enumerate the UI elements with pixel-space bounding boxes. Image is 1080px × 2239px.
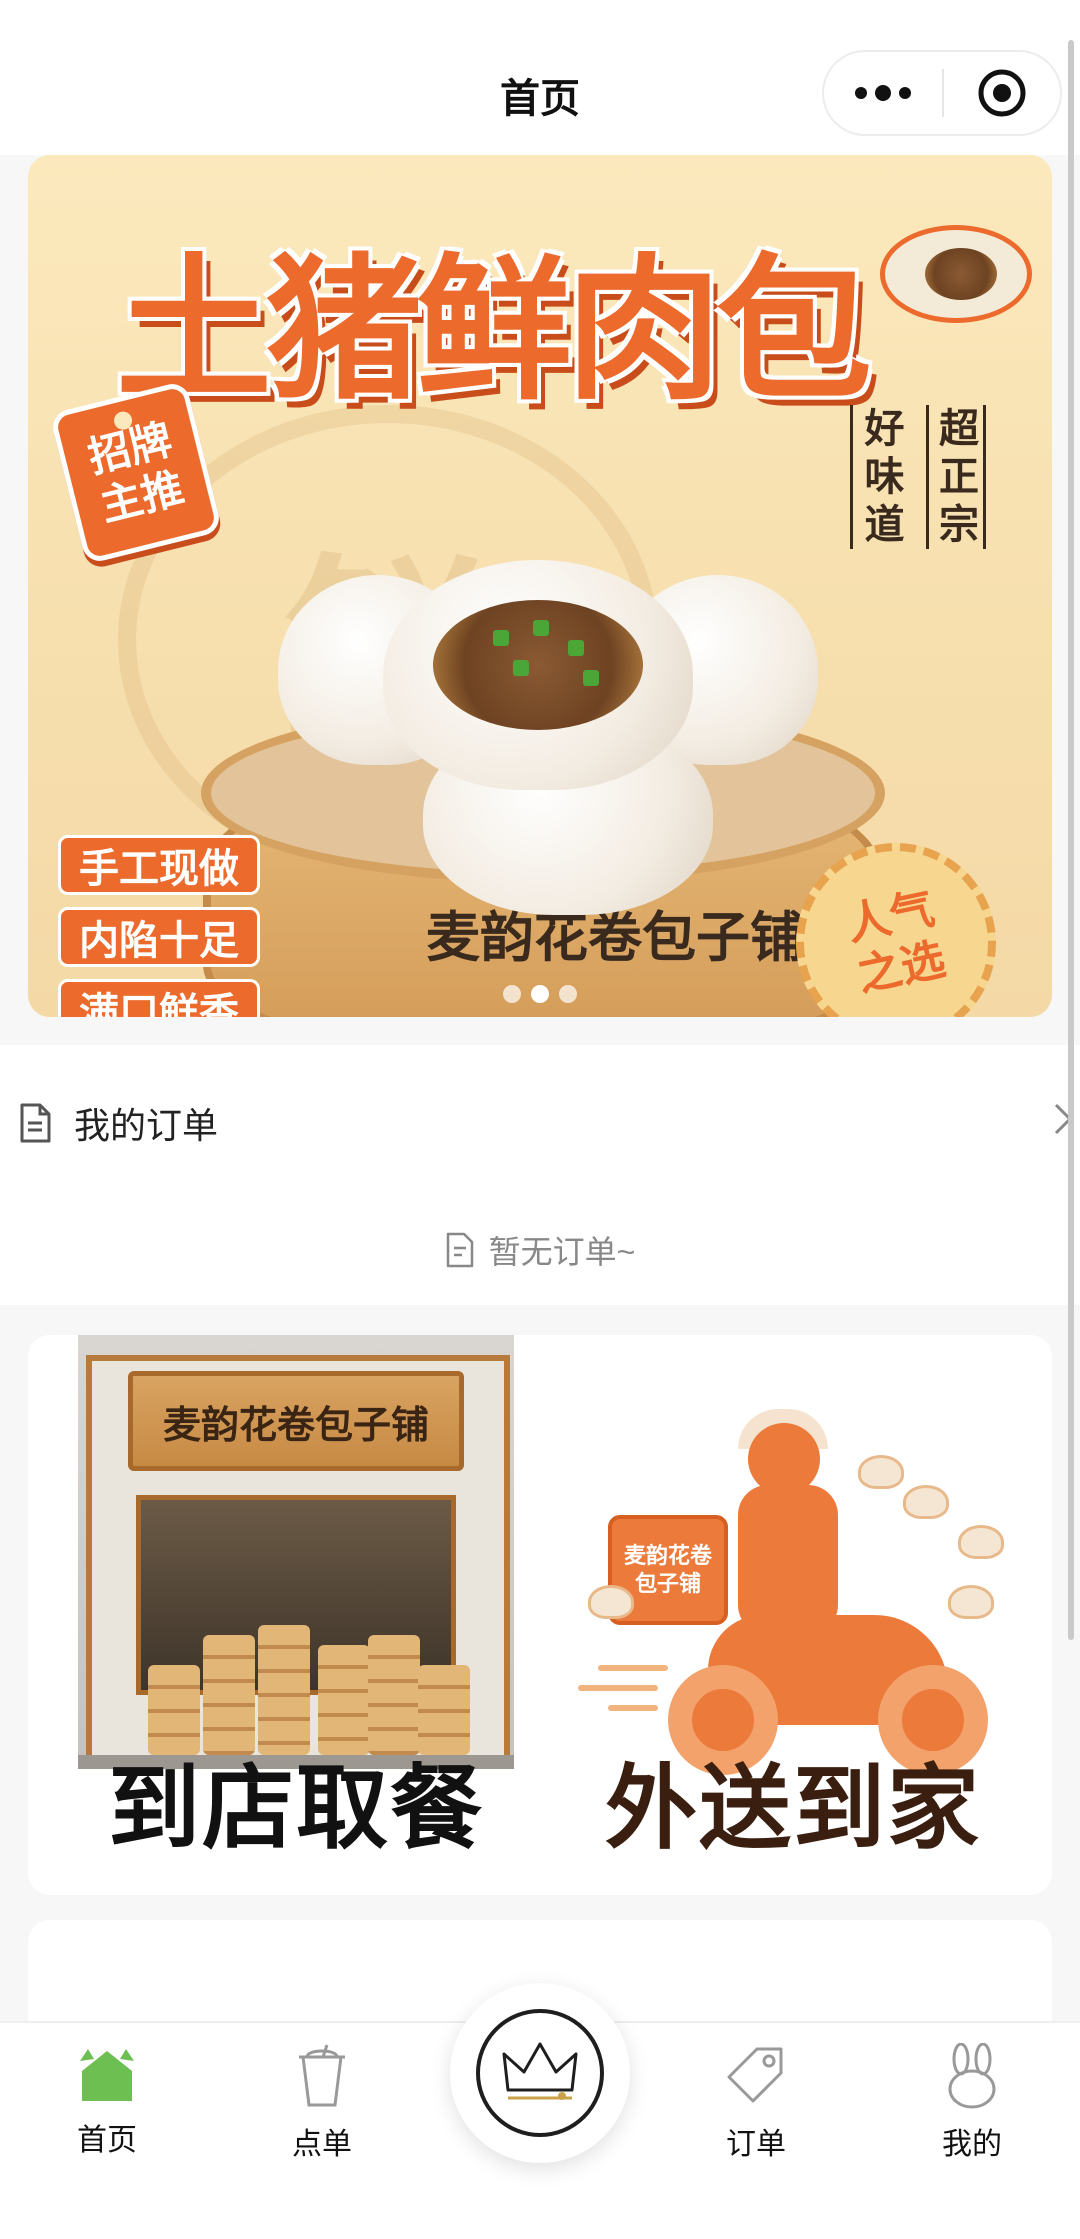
rabbit-icon (948, 2043, 996, 2109)
empty-orders: 暂无订单~ (0, 1227, 1080, 1273)
home-icon (80, 2049, 134, 2101)
storefront-image: 麦韵花卷包子铺 (78, 1335, 514, 1769)
more-dot-icon (875, 85, 891, 101)
more-dot-icon (899, 87, 911, 99)
promo-banner[interactable]: 鲜 土猪鲜肉包 招牌 主推 好味道 超正宗 麦韵花卷包子铺 手工现做 内陷十足 … (28, 155, 1052, 1017)
carousel-indicator (28, 985, 1052, 1003)
store-sign: 麦韵花卷包子铺 (128, 1371, 464, 1471)
tag-icon (727, 2047, 783, 2103)
banner-headline: 土猪鲜肉包 (116, 239, 872, 421)
target-icon (978, 69, 1026, 117)
my-orders-title: 我的订单 (74, 1105, 219, 1146)
scrollbar[interactable] (1068, 40, 1074, 1640)
delivery-caption: 外送到家 (604, 1755, 981, 1862)
bun-cut-image (383, 560, 693, 790)
tab-profile[interactable]: 我的 (902, 2043, 1042, 2163)
service-options: 麦韵花卷包子铺 到店取餐 麦韵花卷 包子铺 外送到家 (28, 1335, 1052, 1895)
slogan-authentic: 超正宗 (926, 405, 986, 549)
slogan-good-taste: 好味道 (850, 405, 910, 549)
tab-profile-label: 我的 (942, 2128, 1002, 2161)
tab-orders-label: 订单 (726, 2128, 786, 2161)
my-orders-header[interactable]: 我的订单 (18, 1097, 218, 1149)
home-page: 首页 鲜 土猪鲜肉包 招牌 主推 好味道 超正 (0, 0, 1080, 2239)
cup-icon (299, 2044, 345, 2107)
member-center-button[interactable] (450, 1983, 630, 2163)
tab-order-food[interactable]: 点单 (252, 2043, 392, 2163)
empty-orders-text: 暂无订单~ (488, 1234, 636, 1270)
my-orders-section: 我的订单 暂无订单~ (0, 1045, 1080, 1305)
tab-order-food-label: 点单 (292, 2128, 352, 2161)
close-mini-program-button[interactable] (944, 52, 1060, 134)
mini-program-capsule (822, 50, 1062, 136)
empty-document-icon (446, 1232, 473, 1268)
carousel-dot[interactable] (503, 985, 521, 1003)
corner-bun-image (880, 225, 1032, 323)
carousel-dot-active[interactable] (531, 985, 549, 1003)
more-menu-button[interactable] (824, 52, 942, 134)
feature-chip: 内陷十足 (58, 907, 260, 967)
document-icon (20, 1103, 51, 1143)
pickup-caption: 到店取餐 (107, 1755, 484, 1862)
carousel-dot[interactable] (559, 985, 577, 1003)
tab-orders[interactable]: 订单 (686, 2043, 826, 2163)
home-delivery-card[interactable]: 麦韵花卷 包子铺 外送到家 (558, 1335, 1028, 1895)
feature-chip: 手工现做 (58, 835, 260, 895)
pickup-in-store-card[interactable]: 麦韵花卷包子铺 到店取餐 (78, 1335, 514, 1895)
tab-home-label: 首页 (77, 2124, 137, 2157)
tab-home[interactable]: 首页 (37, 2043, 177, 2159)
bottom-tab-bar: 首页 点单 订单 我的 (0, 1983, 1080, 2239)
top-bar: 首页 (0, 0, 1080, 155)
crown-icon (502, 2042, 578, 2100)
more-dot-icon (855, 87, 867, 99)
